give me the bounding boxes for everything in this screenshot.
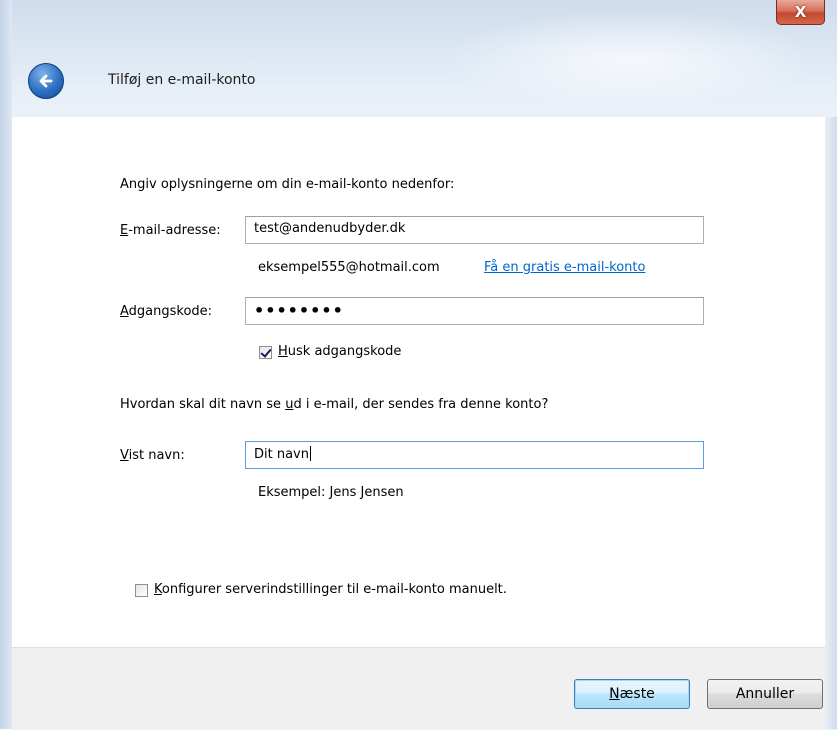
next-button-hotkey: N <box>609 686 620 702</box>
free-email-account-link[interactable]: Få en gratis e-mail-konto <box>484 260 645 275</box>
manual-config-hotkey: K <box>154 582 162 597</box>
window-left-frame <box>0 0 12 729</box>
password-label-text: dgangskode: <box>128 304 213 319</box>
next-button-label: æste <box>619 686 655 702</box>
text-caret <box>310 446 311 461</box>
manual-config-label[interactable]: Konfigurer serverindstillinger til e-mai… <box>154 582 507 597</box>
back-button[interactable] <box>28 63 64 99</box>
display-name-question: Hvordan skal dit navn se ud i e-mail, de… <box>120 397 548 412</box>
email-label-hotkey: E <box>120 223 129 238</box>
remember-password-checkbox[interactable] <box>259 346 272 359</box>
dialog-title: Tilføj en e-mail-konto <box>108 72 256 88</box>
email-field-value: test@andenudbyder.dk <box>254 221 406 236</box>
password-field-value: •••••••• <box>254 301 344 320</box>
password-label: Adgangskode: <box>120 304 212 319</box>
title-bar <box>0 0 837 117</box>
manual-config-text: onfigurer serverindstillinger til e-mail… <box>161 582 507 597</box>
window-right-frame <box>825 117 837 729</box>
display-name-label-hotkey: V <box>120 448 129 463</box>
password-field[interactable]: •••••••• <box>245 297 704 325</box>
intro-text: Angiv oplysningerne om din e-mail-konto … <box>120 177 455 192</box>
password-label-hotkey: A <box>120 304 129 319</box>
email-field[interactable]: test@andenudbyder.dk <box>245 216 704 244</box>
display-name-question-post: d i e-mail, der sendes fra denne konto? <box>293 397 549 412</box>
remember-password-hotkey: H <box>278 344 288 359</box>
form-content: Angiv oplysningerne om din e-mail-konto … <box>12 117 837 647</box>
next-button[interactable]: Næste <box>574 679 690 709</box>
close-icon: X <box>794 3 807 21</box>
display-name-example: Eksempel: Jens Jensen <box>258 485 404 500</box>
email-label-text: -mail-adresse: <box>128 223 221 238</box>
email-label: E-mail-adresse: <box>120 223 221 238</box>
remember-password-label[interactable]: Husk adgangskode <box>278 344 401 359</box>
display-name-label-text: ist navn: <box>128 448 185 463</box>
close-button[interactable]: X <box>776 0 825 25</box>
display-name-label: Vist navn: <box>120 448 185 463</box>
email-example: eksempel555@hotmail.com <box>258 260 440 275</box>
display-name-question-pre: Hvordan skal dit navn se <box>120 397 286 412</box>
manual-config-checkbox[interactable] <box>135 584 148 597</box>
cancel-button[interactable]: Annuller <box>707 679 823 709</box>
add-email-account-dialog: X Tilføj en e-mail-konto Angiv oplysning… <box>0 0 837 730</box>
button-bar: Næste Annuller <box>12 647 837 730</box>
display-name-field-value: Dit navn <box>254 447 309 462</box>
remember-password-text: usk adgangskode <box>287 344 402 359</box>
back-arrow-icon <box>39 74 53 88</box>
display-name-field[interactable]: Dit navn <box>245 441 704 469</box>
title-bar-glow <box>440 10 820 110</box>
